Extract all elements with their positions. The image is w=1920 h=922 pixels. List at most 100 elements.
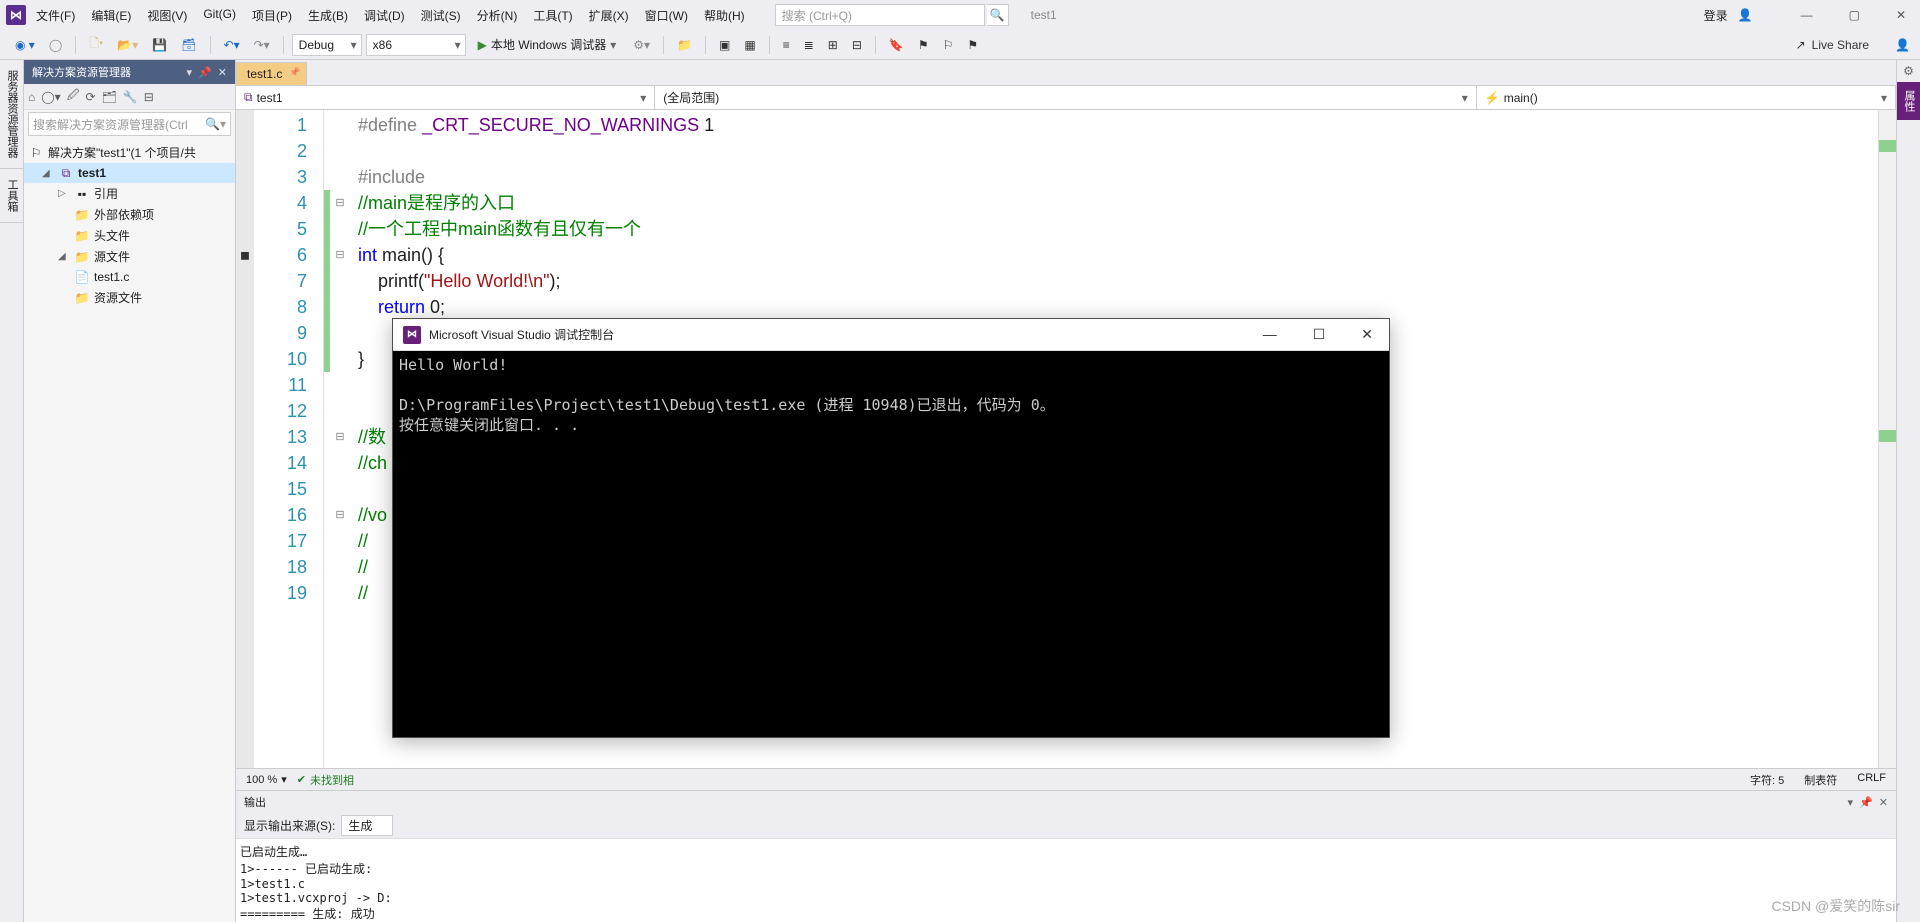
dropdown-icon[interactable]: ▾ [187, 66, 193, 79]
resources-node[interactable]: 📁 资源文件 [24, 287, 235, 308]
zoom-control[interactable]: 100 %▾ [246, 773, 287, 786]
properties-icon[interactable]: 🔧 [123, 90, 138, 104]
gear-icon[interactable]: ⚙ [1897, 60, 1920, 82]
open-button[interactable]: 📂▾ [112, 35, 143, 55]
close-icon[interactable]: ✕ [1879, 796, 1888, 809]
source-file-node[interactable]: 📄 test1.c [24, 267, 235, 287]
config-select[interactable]: Debug [292, 34, 362, 56]
change-marker [1879, 140, 1896, 152]
file-tab-test1c[interactable]: test1.c [236, 62, 307, 85]
show-all-icon[interactable]: 🗂 [102, 90, 117, 104]
flag-icon-3[interactable]: ⚑ [962, 35, 983, 55]
expand-icon[interactable]: ◢ [58, 251, 70, 262]
admin-icon[interactable]: 👤 [1895, 38, 1910, 52]
menu-item[interactable]: 编辑(E) [83, 3, 139, 28]
outdent-icon[interactable]: ≣ [799, 35, 819, 55]
start-debug-button[interactable]: ▶ 本地 Windows 调试器 ▾ [470, 34, 625, 55]
toolbox-tab[interactable]: 工具箱 [0, 169, 23, 223]
menu-item[interactable]: 生成(B) [300, 3, 356, 28]
project-node[interactable]: ◢ ⧉ test1 [24, 163, 235, 183]
close-button[interactable]: ✕ [1888, 4, 1914, 26]
nav-scope-select[interactable]: (全局范围) [655, 86, 1477, 109]
close-panel-icon[interactable]: ✕ [218, 66, 227, 79]
vertical-scrollbar[interactable] [1878, 110, 1896, 768]
home-icon[interactable]: ⌂ [28, 90, 35, 104]
back-icon[interactable]: ◯▾ [41, 90, 60, 104]
bookmark-icon[interactable]: 🔖 [884, 35, 909, 55]
project-icon: ⧉ [244, 90, 253, 105]
indent-icon[interactable]: ≡ [778, 35, 795, 55]
uncomment-icon[interactable]: ⊟ [847, 35, 867, 55]
new-button[interactable]: 🗋▾ [84, 31, 108, 58]
menu-item[interactable]: 项目(P) [244, 3, 300, 28]
search-icon[interactable]: 🔍 [987, 4, 1009, 26]
menu-item[interactable]: Git(G) [195, 3, 244, 28]
tool-icon-2[interactable]: ▦ [739, 35, 760, 55]
attach-button[interactable]: ⚙▾ [628, 35, 655, 55]
external-deps-node[interactable]: 📁 外部依赖项 [24, 204, 235, 225]
undo-button[interactable]: ↶▾ [219, 35, 245, 55]
folder-icon: 📁 [74, 290, 90, 306]
menu-item[interactable]: 帮助(H) [696, 3, 753, 28]
line-number-gutter: 12345678910111213141516171819 [254, 110, 324, 768]
maximize-button[interactable]: ☐ [1307, 324, 1332, 345]
save-button[interactable]: 💾 [147, 35, 172, 55]
user-icon[interactable]: 👤 [1738, 8, 1753, 22]
folder-icon[interactable]: 📁 [672, 35, 697, 55]
menu-item[interactable]: 测试(S) [413, 3, 469, 28]
platform-select[interactable]: x86 [366, 34, 466, 56]
line-ending[interactable]: CRLF [1857, 772, 1886, 788]
debug-target-label: 本地 Windows 调试器 [491, 36, 606, 53]
headers-node[interactable]: 📁 头文件 [24, 225, 235, 246]
maximize-button[interactable]: ▢ [1841, 4, 1868, 26]
sources-node[interactable]: ◢ 📁 源文件 [24, 246, 235, 267]
output-source-select[interactable]: 生成 [341, 815, 393, 836]
sync-icon[interactable]: 🖉 [67, 86, 80, 107]
project-label: test1 [78, 166, 106, 180]
menu-item[interactable]: 窗口(W) [637, 3, 696, 28]
minimize-button[interactable]: — [1793, 4, 1821, 26]
server-explorer-tab[interactable]: 服务器资源管理器 [0, 60, 23, 169]
refresh-icon[interactable]: ⟳ [86, 90, 96, 104]
solution-node[interactable]: ⚐ 解决方案"test1"(1 个项目/共 [24, 142, 235, 163]
menu-item[interactable]: 工具(T) [525, 3, 580, 28]
menu-item[interactable]: 调试(D) [356, 3, 413, 28]
menu-item[interactable]: 扩展(X) [581, 3, 637, 28]
debug-console-window: ⋈ Microsoft Visual Studio 调试控制台 — ☐ ✕ He… [392, 318, 1390, 738]
tab-mode[interactable]: 制表符 [1804, 772, 1837, 788]
redo-button[interactable]: ↷▾ [249, 35, 275, 55]
tool-icon-1[interactable]: ▣ [714, 35, 735, 55]
login-button[interactable]: 登录 [1704, 7, 1728, 24]
nav-project-select[interactable]: ⧉ test1 [236, 86, 655, 109]
menu-item[interactable]: 文件(F) [28, 3, 83, 28]
console-titlebar[interactable]: ⋈ Microsoft Visual Studio 调试控制台 — ☐ ✕ [393, 319, 1389, 351]
expand-icon[interactable]: ◢ [42, 168, 54, 179]
console-output[interactable]: Hello World! D:\ProgramFiles\Project\tes… [393, 351, 1389, 737]
flag-icon-2[interactable]: ⚐ [938, 35, 959, 55]
properties-tab[interactable]: 属性 [1897, 82, 1920, 120]
nav-fwd-button[interactable]: ◯ [44, 35, 67, 55]
nav-back-button[interactable]: ◉ ▾ [10, 35, 40, 55]
solution-search-input[interactable]: 搜索解决方案资源管理器(Ctrl 🔍▾ [28, 112, 231, 136]
expand-icon[interactable]: ▷ [58, 188, 70, 199]
flag-icon-1[interactable]: ⚑ [913, 35, 934, 55]
minimize-button[interactable]: — [1257, 324, 1283, 345]
live-share-button[interactable]: Live Share [1812, 38, 1869, 52]
references-node[interactable]: ▷ ▪▪ 引用 [24, 183, 235, 204]
collapse-icon[interactable]: ⊟ [144, 90, 154, 104]
references-icon: ▪▪ [74, 186, 90, 202]
nav-member-select[interactable]: ⚡ main() [1477, 86, 1896, 109]
output-content[interactable]: 已启动生成… 1>------ 已启动生成: 1>test1.c 1>test1… [236, 839, 1896, 922]
dropdown-icon[interactable]: ▾ [1848, 796, 1854, 809]
vs-logo-icon: ⋈ [403, 326, 421, 344]
pin-icon[interactable]: 📌 [198, 66, 212, 79]
close-button[interactable]: ✕ [1355, 324, 1379, 345]
comment-icon[interactable]: ⊞ [823, 35, 843, 55]
pin-icon[interactable]: 📌 [1859, 796, 1873, 809]
save-all-button[interactable]: 🗃 [176, 35, 201, 55]
no-issues-indicator[interactable]: ✔未找到相 [297, 772, 354, 788]
node-label: 资源文件 [94, 289, 142, 306]
menu-item[interactable]: 视图(V) [139, 3, 195, 28]
menu-item[interactable]: 分析(N) [469, 3, 526, 28]
search-input[interactable]: 搜索 (Ctrl+Q) [775, 4, 985, 26]
